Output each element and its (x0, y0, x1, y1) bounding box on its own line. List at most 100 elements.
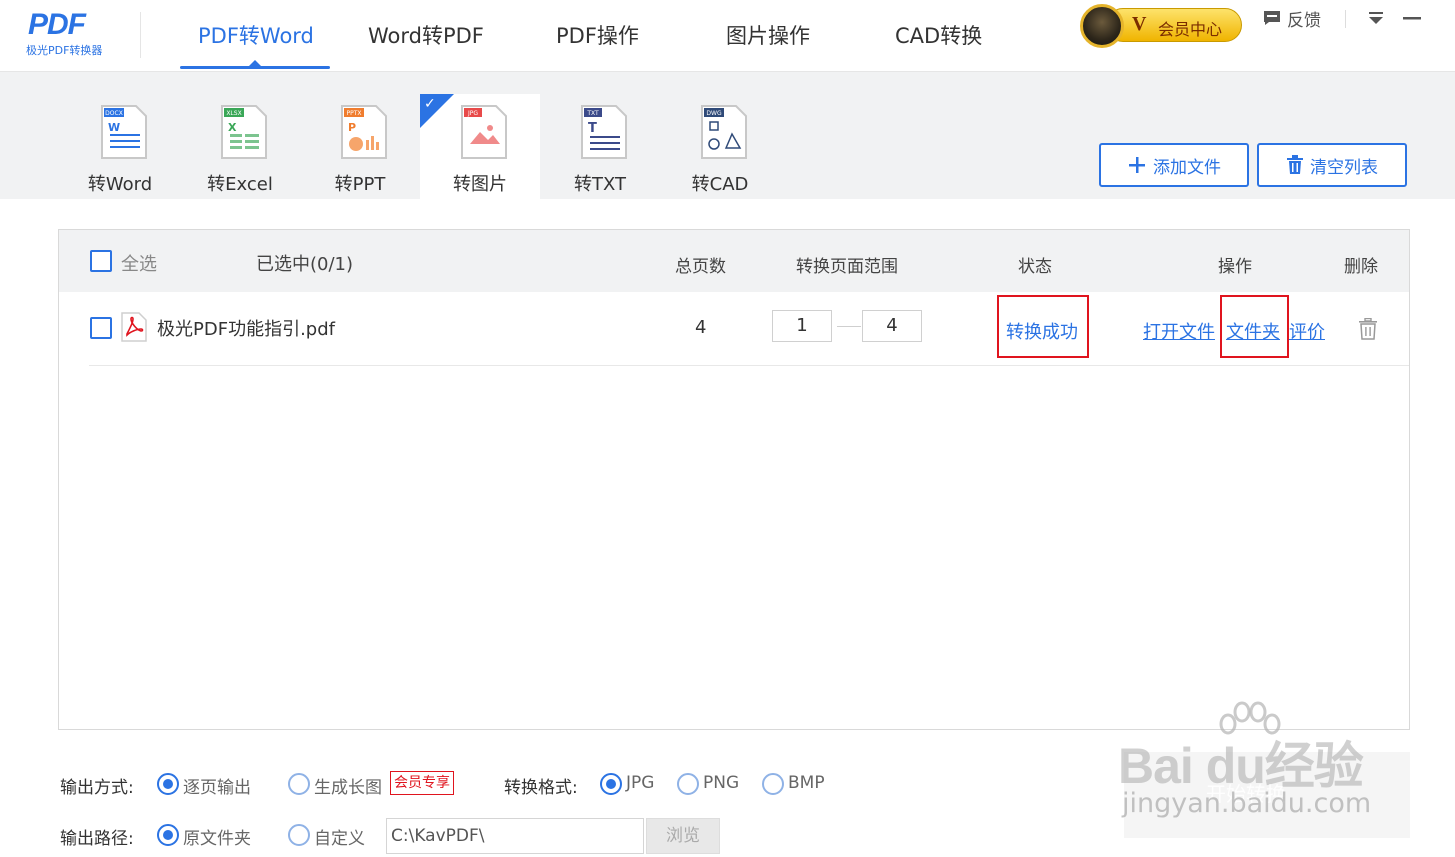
file-list-panel: 全选 已选中(0/1) 总页数 转换页面范围 状态 操作 删除 极光PDF功能指… (58, 229, 1410, 730)
chevron-down-icon (1369, 12, 1383, 24)
file-name: 极光PDF功能指引.pdf (157, 319, 335, 340)
tool-to-word[interactable]: DOCX W 转Word (60, 94, 180, 199)
radio-format-png[interactable] (677, 773, 699, 795)
radio-custom-path[interactable] (288, 824, 310, 846)
column-total-pages: 总页数 (675, 257, 726, 277)
row-checkbox[interactable] (90, 317, 112, 339)
trash-icon (1287, 155, 1303, 174)
user-avatar[interactable] (1080, 4, 1124, 48)
feedback-icon (1264, 11, 1280, 25)
add-files-button[interactable]: 添加文件 (1099, 143, 1249, 187)
file-list-header: 全选 已选中(0/1) 总页数 转换页面范围 状态 操作 删除 (59, 230, 1409, 292)
tool-to-ppt-label: 转PPT (334, 174, 386, 195)
docx-file-icon: DOCX W (101, 105, 147, 159)
tool-to-excel-label: 转Excel (207, 174, 273, 195)
add-files-label: 添加文件 (1153, 157, 1221, 178)
delete-row-button[interactable] (1358, 318, 1378, 340)
open-file-link[interactable]: 打开文件 (1143, 318, 1215, 344)
original-folder-label[interactable]: 原文件夹 (183, 824, 251, 849)
docx-badge: DOCX (105, 110, 123, 117)
column-actions: 操作 (1218, 257, 1252, 277)
svg-text:P: P (348, 121, 356, 134)
tool-to-ppt[interactable]: PPTX P 转PPT (300, 94, 420, 199)
svg-text:W: W (108, 121, 120, 134)
tool-to-word-label: 转Word (87, 174, 153, 195)
radio-per-page-output[interactable] (157, 773, 179, 795)
pdf-file-icon (121, 312, 147, 342)
tool-to-txt[interactable]: TXT T 转TXT (540, 94, 660, 199)
format-jpg-label[interactable]: JPG (626, 773, 654, 793)
xlsx-badge: XLSX (226, 110, 241, 117)
radio-original-folder[interactable] (157, 824, 179, 846)
minimize-icon (1403, 17, 1421, 20)
radio-long-image[interactable] (288, 773, 310, 795)
watermark-url: jingyan.baidu.com (1122, 788, 1372, 819)
tab-pdf-to-word[interactable]: PDF转Word (198, 20, 314, 50)
rate-link[interactable]: 评价 (1289, 318, 1325, 344)
long-image-label[interactable]: 生成长图 (314, 773, 382, 798)
active-tab-indicator (180, 66, 330, 69)
tab-cad-conversion[interactable]: CAD转换 (895, 20, 982, 50)
logo-mark: PDF (28, 8, 86, 41)
clear-list-label: 清空列表 (1310, 157, 1378, 178)
output-mode-label: 输出方式: (60, 778, 134, 798)
column-status: 状态 (1018, 257, 1052, 277)
vip-only-badge: 会员专享 (390, 771, 454, 795)
xlsx-file-icon: XLSX X (221, 105, 267, 159)
range-to-input[interactable]: 4 (862, 310, 922, 342)
tool-to-image[interactable]: ✓ JPG 转图片 (420, 94, 540, 199)
browse-button[interactable]: 浏览 (646, 818, 720, 854)
app-window: PDF 极光PDF转换器 PDF转Word Word转PDF PDF操作 图片操… (0, 0, 1455, 857)
tool-to-excel[interactable]: XLSX X 转Excel (180, 94, 300, 199)
app-logo: PDF 极光PDF转换器 (24, 8, 124, 60)
radio-format-jpg[interactable] (600, 773, 622, 795)
tool-to-cad[interactable]: DWG 转CAD (660, 94, 780, 199)
row-divider (89, 365, 1409, 366)
feedback-button[interactable]: 反馈 (1262, 6, 1321, 31)
active-tab-caret (249, 60, 261, 66)
vip-center-label: 会员中心 (1158, 20, 1223, 39)
minimize-button[interactable] (1401, 6, 1423, 30)
select-all-label[interactable]: 全选 (121, 250, 157, 276)
output-path-label: 输出路径: (60, 829, 134, 849)
selected-count: 已选中(0/1) (256, 254, 354, 275)
range-separator (837, 326, 861, 327)
format-bmp-label[interactable]: BMP (788, 773, 825, 793)
custom-path-label[interactable]: 自定义 (314, 824, 365, 849)
tool-to-cad-label: 转CAD (691, 174, 749, 195)
pptx-file-icon: PPTX P (341, 105, 387, 159)
dwg-file-icon: DWG (701, 105, 747, 159)
status-highlight-box (997, 295, 1089, 358)
jpg-badge: JPG (467, 110, 478, 117)
menu-dropdown-button[interactable] (1365, 6, 1387, 30)
select-all-checkbox[interactable] (90, 250, 112, 272)
folder-highlight-box (1220, 295, 1289, 358)
plus-icon (1129, 157, 1145, 173)
tool-to-image-label: 转图片 (453, 174, 507, 195)
range-from-input[interactable]: 1 (772, 310, 832, 342)
column-delete: 删除 (1344, 257, 1378, 277)
vip-v-icon: V (1132, 13, 1147, 35)
vip-center-button[interactable]: V 会员中心 (1080, 4, 1244, 48)
svg-text:X: X (228, 121, 237, 134)
baidu-jingyan-watermark: Bai du经验 开始转换 jingyan.baidu.com (1118, 700, 1418, 840)
per-page-output-label[interactable]: 逐页输出 (183, 773, 251, 798)
dwg-badge: DWG (706, 110, 722, 117)
tab-image-operations[interactable]: 图片操作 (726, 20, 810, 50)
txt-badge: TXT (586, 110, 599, 117)
jpg-file-icon: JPG (461, 105, 507, 159)
nav-divider (140, 12, 141, 58)
format-png-label[interactable]: PNG (703, 773, 739, 793)
output-path-field[interactable]: C:\KavPDF\ (386, 818, 644, 854)
clear-list-button[interactable]: 清空列表 (1257, 143, 1407, 187)
window-controls-divider (1345, 10, 1346, 28)
radio-format-bmp[interactable] (762, 773, 784, 795)
feedback-label: 反馈 (1287, 10, 1321, 31)
checkmark-icon: ✓ (424, 96, 436, 112)
format-label: 转换格式: (504, 778, 578, 798)
column-page-range: 转换页面范围 (796, 257, 898, 277)
tab-word-to-pdf[interactable]: Word转PDF (368, 20, 484, 50)
tool-to-txt-label: 转TXT (573, 174, 626, 195)
logo-subtitle: 极光PDF转换器 (26, 44, 103, 57)
tab-pdf-operations[interactable]: PDF操作 (556, 20, 639, 50)
